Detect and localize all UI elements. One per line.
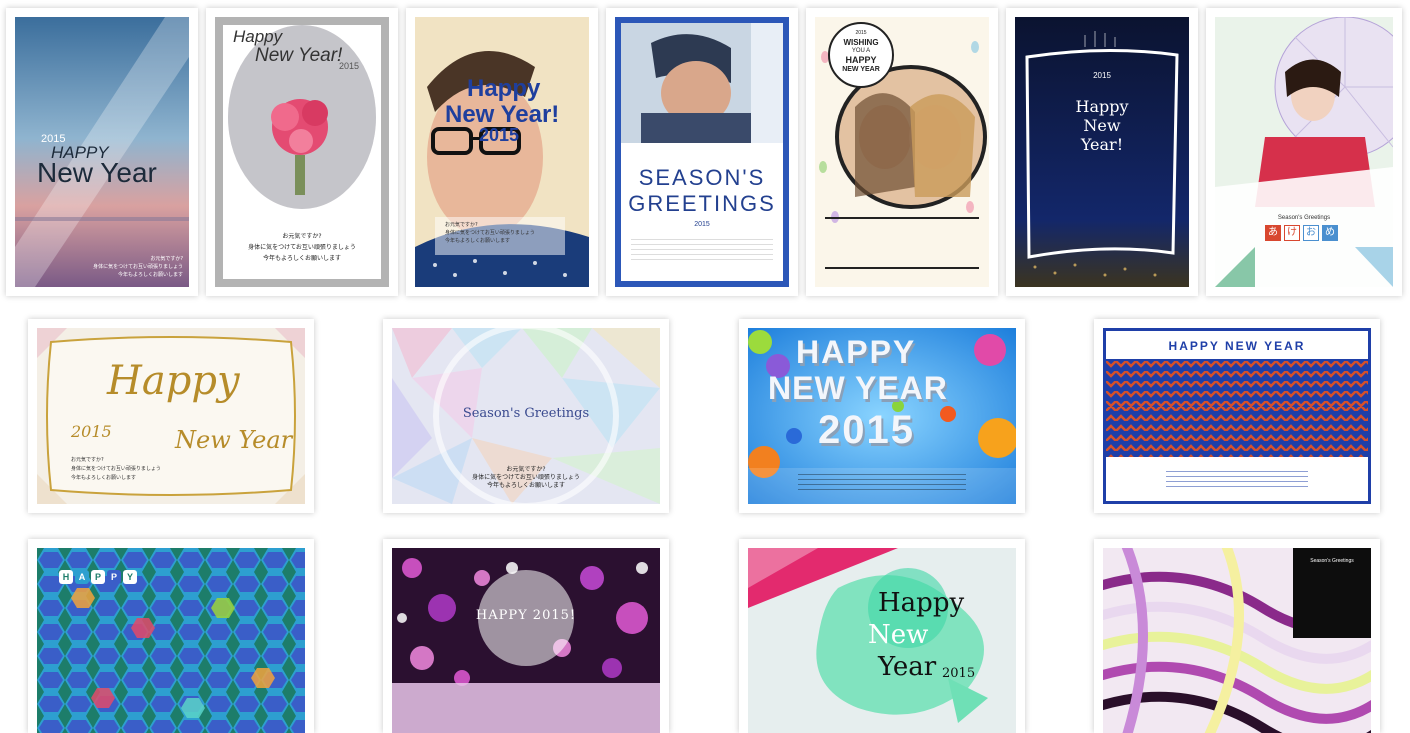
card-title-line1: Happy [467,75,541,102]
card-kana-row: あ け お め [1265,225,1338,241]
card-artwork: HAPPY NEW YEAR [1103,328,1371,504]
card-title-line1: Happy [233,27,283,46]
card-happy-new-year-gold[interactable]: Happy 2015 New Year お元気ですか? 身体に気をつけてお互い頑張… [28,319,314,513]
card-artwork: SEASON'S GREETINGS 2015 [615,17,789,287]
card-seasons-greetings-prism[interactable]: Season's Greetings お元気ですか? 身体に気をつけてお互い頑張り… [383,319,669,513]
card-artwork: HAPPY NEW YEAR 2015 [748,328,1016,504]
card-seasons-greetings[interactable]: SEASON'S GREETINGS 2015 [606,8,798,296]
card-artwork: HAPPY 2015! [392,548,660,733]
card-artwork: H A P P Y [37,548,305,733]
card-year: 2015 [339,61,360,71]
card-year: 2015 [71,422,112,441]
card-happy-hexagons[interactable]: H A P P Y [28,539,314,733]
card-happy-new-year-mint[interactable]: Happy New Year 2015 [739,539,1025,733]
card-small-title: Season's Greetings [1277,215,1331,221]
card-year: 2015 [1093,71,1111,80]
card-happy-new-year-chevron[interactable]: HAPPY NEW YEAR [1094,319,1380,513]
card-happy-2015-bokeh[interactable]: HAPPY 2015! [383,539,669,733]
card-artwork: 2015 Happy New Year! [1015,17,1189,287]
card-message: お元気ですか? 身体に気をつけてお互い頑張りましょう 今年もよろしくお願いします [93,256,183,278]
card-artwork: 2015 WISHING YOU A HAPPY NEW YEAR [815,17,989,287]
card-message: お元気ですか? 身体に気をつけてお互い頑張りましょう 今年もよろしくお願いします [71,457,161,481]
card-title: HAPPY NEW YEAR [1168,339,1306,353]
card-title-line1: Happy [107,358,240,404]
card-wishing-happy-new-year[interactable]: 2015 WISHING YOU A HAPPY NEW YEAR [806,8,998,296]
card-title-line2: NEW YEAR [768,370,948,406]
card-year: 2015 [694,221,710,228]
card-artwork: Season's Greetings [1103,548,1371,733]
card-happy-new-year-portrait[interactable]: Happy New Year! 2015 お元気ですか? 身体に気をつけてお互い頑… [406,8,598,296]
card-artwork: 2015 HAPPY New Year お元気ですか? 身体に気をつけてお互い頑張… [15,17,189,287]
card-artwork: Happy New Year 2015 [748,548,1016,733]
card-title-line2: New [868,620,929,650]
card-title-line1: Happy [878,588,965,618]
card-title: Season's Greetings [1310,558,1354,564]
card-year: 2015 [942,666,976,681]
card-seasons-greetings-ribbons[interactable]: Season's Greetings [1094,539,1380,733]
card-artwork: Season's Greetings お元気ですか? 身体に気をつけてお互い頑張り… [392,328,660,504]
card-message: お元気ですか? 身体に気をつけてお互い頑張りましょう 今年もよろしくお願いします [248,233,356,262]
card-title-line2: GREETINGS [628,191,776,216]
card-message-lines [631,235,773,261]
card-happy-new-year-sky[interactable]: 2015 HAPPY New Year お元気ですか? 身体に気をつけてお互い頑張… [6,8,198,296]
card-artwork: Happy 2015 New Year お元気ですか? 身体に気をつけてお互い頑張… [37,328,305,504]
card-year: 2015 [479,125,520,145]
card-title: Happy New Year! [1075,97,1129,154]
card-title: Season's Greetings [462,406,590,421]
card-message: お元気ですか? 身体に気をつけてお互い頑張りましょう 今年もよろしくお願いします [445,222,535,244]
card-artwork: Happy New Year! 2015 お元気ですか? 身体に気をつけてお互い頑… [215,17,389,287]
card-title-line2: New Year [37,157,157,188]
card-message-lines [1166,467,1308,491]
card-akeome-kimono[interactable]: Season's Greetings あ け お め [1206,8,1402,296]
card-happy-new-year-3d[interactable]: HAPPY NEW YEAR 2015 [739,319,1025,513]
card-title-line2: New Year! [255,45,343,66]
card-title-line1: SEASON'S [638,165,766,190]
card-letters: H A P P Y [59,570,137,584]
card-artwork: Happy New Year! 2015 お元気ですか? 身体に気をつけてお互い頑… [415,17,589,287]
card-message-lines [798,470,966,492]
card-artwork: Season's Greetings あ け お め [1215,17,1393,287]
card-message: お元気ですか? 身体に気をつけてお互い頑張りましょう 今年もよろしくお願いします [472,466,580,489]
card-title-line2: New Year [175,426,293,454]
card-title-line1: HAPPY [796,334,917,370]
card-happy-new-year-night[interactable]: 2015 Happy New Year! [1006,8,1198,296]
card-title: HAPPY 2015! [475,608,577,623]
card-title-line3: Year [878,652,937,682]
card-happy-new-year-bouquet[interactable]: Happy New Year! 2015 お元気ですか? 身体に気をつけてお互い頑… [206,8,398,296]
card-badge: 2015 WISHING YOU A HAPPY NEW YEAR [842,30,880,73]
card-year: 2015 [818,408,915,452]
